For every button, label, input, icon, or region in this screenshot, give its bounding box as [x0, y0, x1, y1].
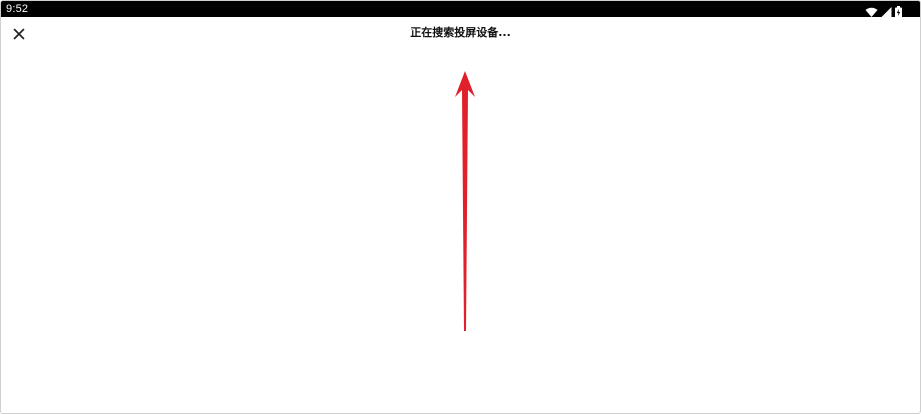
red-arrow-annotation	[455, 71, 475, 331]
status-time: 9:52	[6, 3, 29, 15]
status-bar: 9:52	[1, 1, 920, 18]
page-title: 正在搜索投屏设备...	[410, 26, 511, 39]
wifi-icon	[865, 3, 878, 17]
cellular-signal-icon	[881, 3, 892, 17]
toolbar: 正在搜索投屏设备...	[1, 17, 920, 51]
status-icons	[865, 3, 902, 18]
screen: 9:52 正在搜索投屏设备...	[0, 0, 921, 414]
battery-charging-icon	[895, 3, 902, 18]
loading-indicator	[411, 28, 413, 30]
